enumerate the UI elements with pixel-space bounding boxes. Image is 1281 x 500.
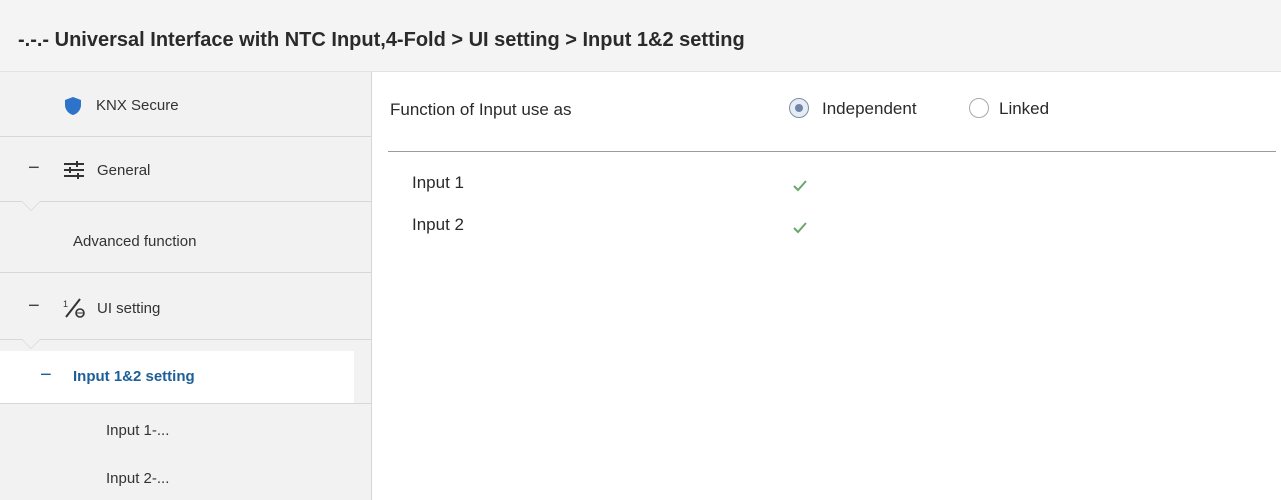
sidebar-item-general[interactable]: − General (0, 137, 371, 201)
sidebar-item-knx-secure[interactable]: KNX Secure (0, 72, 371, 136)
divider (0, 339, 371, 340)
input-1-label: Input 1 (412, 173, 464, 192)
sidebar-item-label: Input 1&2 setting (73, 368, 195, 385)
radio-linked-label[interactable]: Linked (999, 99, 1049, 119)
sidebar-item-input-1-2-setting[interactable]: − Input 1&2 setting (0, 351, 354, 403)
sidebar-item-input-2[interactable]: Input 2-... (0, 452, 371, 500)
collapse-icon[interactable]: − (28, 157, 40, 180)
checkmark-icon (793, 222, 807, 234)
app-window: -.-.- Universal Interface with NTC Input… (0, 0, 1281, 500)
radio-independent-label[interactable]: Independent (822, 99, 917, 119)
breadcrumb-title: -.-.- Universal Interface with NTC Input… (18, 29, 745, 51)
input-2-checkbox[interactable] (790, 218, 810, 238)
ui-setting-icon: 1 (63, 297, 87, 324)
sidebar: KNX Secure − General Advanced function −… (0, 72, 372, 500)
sidebar-item-label: Input 2-... (106, 470, 170, 487)
checkmark-icon (793, 180, 807, 192)
sidebar-item-advanced-function[interactable]: Advanced function (0, 202, 371, 272)
radio-independent[interactable] (789, 98, 809, 118)
sidebar-item-label: UI setting (97, 300, 161, 317)
collapse-icon[interactable]: − (28, 295, 40, 318)
sliders-icon (63, 161, 85, 184)
collapse-icon[interactable]: − (40, 364, 52, 387)
shield-icon (64, 96, 82, 121)
sidebar-item-label: Advanced function (73, 233, 197, 250)
input-1-checkbox[interactable] (790, 176, 810, 196)
tree-notch (22, 339, 40, 348)
sidebar-item-ui-setting[interactable]: − 1 UI setting (0, 273, 371, 339)
title-bar: -.-.- Universal Interface with NTC Input… (0, 0, 1281, 72)
sidebar-item-label: General (97, 162, 151, 179)
section-separator (388, 151, 1276, 152)
sidebar-item-label: KNX Secure (96, 97, 179, 114)
function-label: Function of Input use as (390, 100, 572, 119)
input-2-label: Input 2 (412, 215, 464, 234)
parameter-panel: Function of Input use as Independent Lin… (372, 72, 1281, 500)
sidebar-item-input-1[interactable]: Input 1-... (0, 404, 371, 452)
sidebar-item-label: Input 1-... (106, 422, 170, 439)
radio-linked[interactable] (969, 98, 989, 118)
svg-text:1: 1 (63, 299, 68, 309)
